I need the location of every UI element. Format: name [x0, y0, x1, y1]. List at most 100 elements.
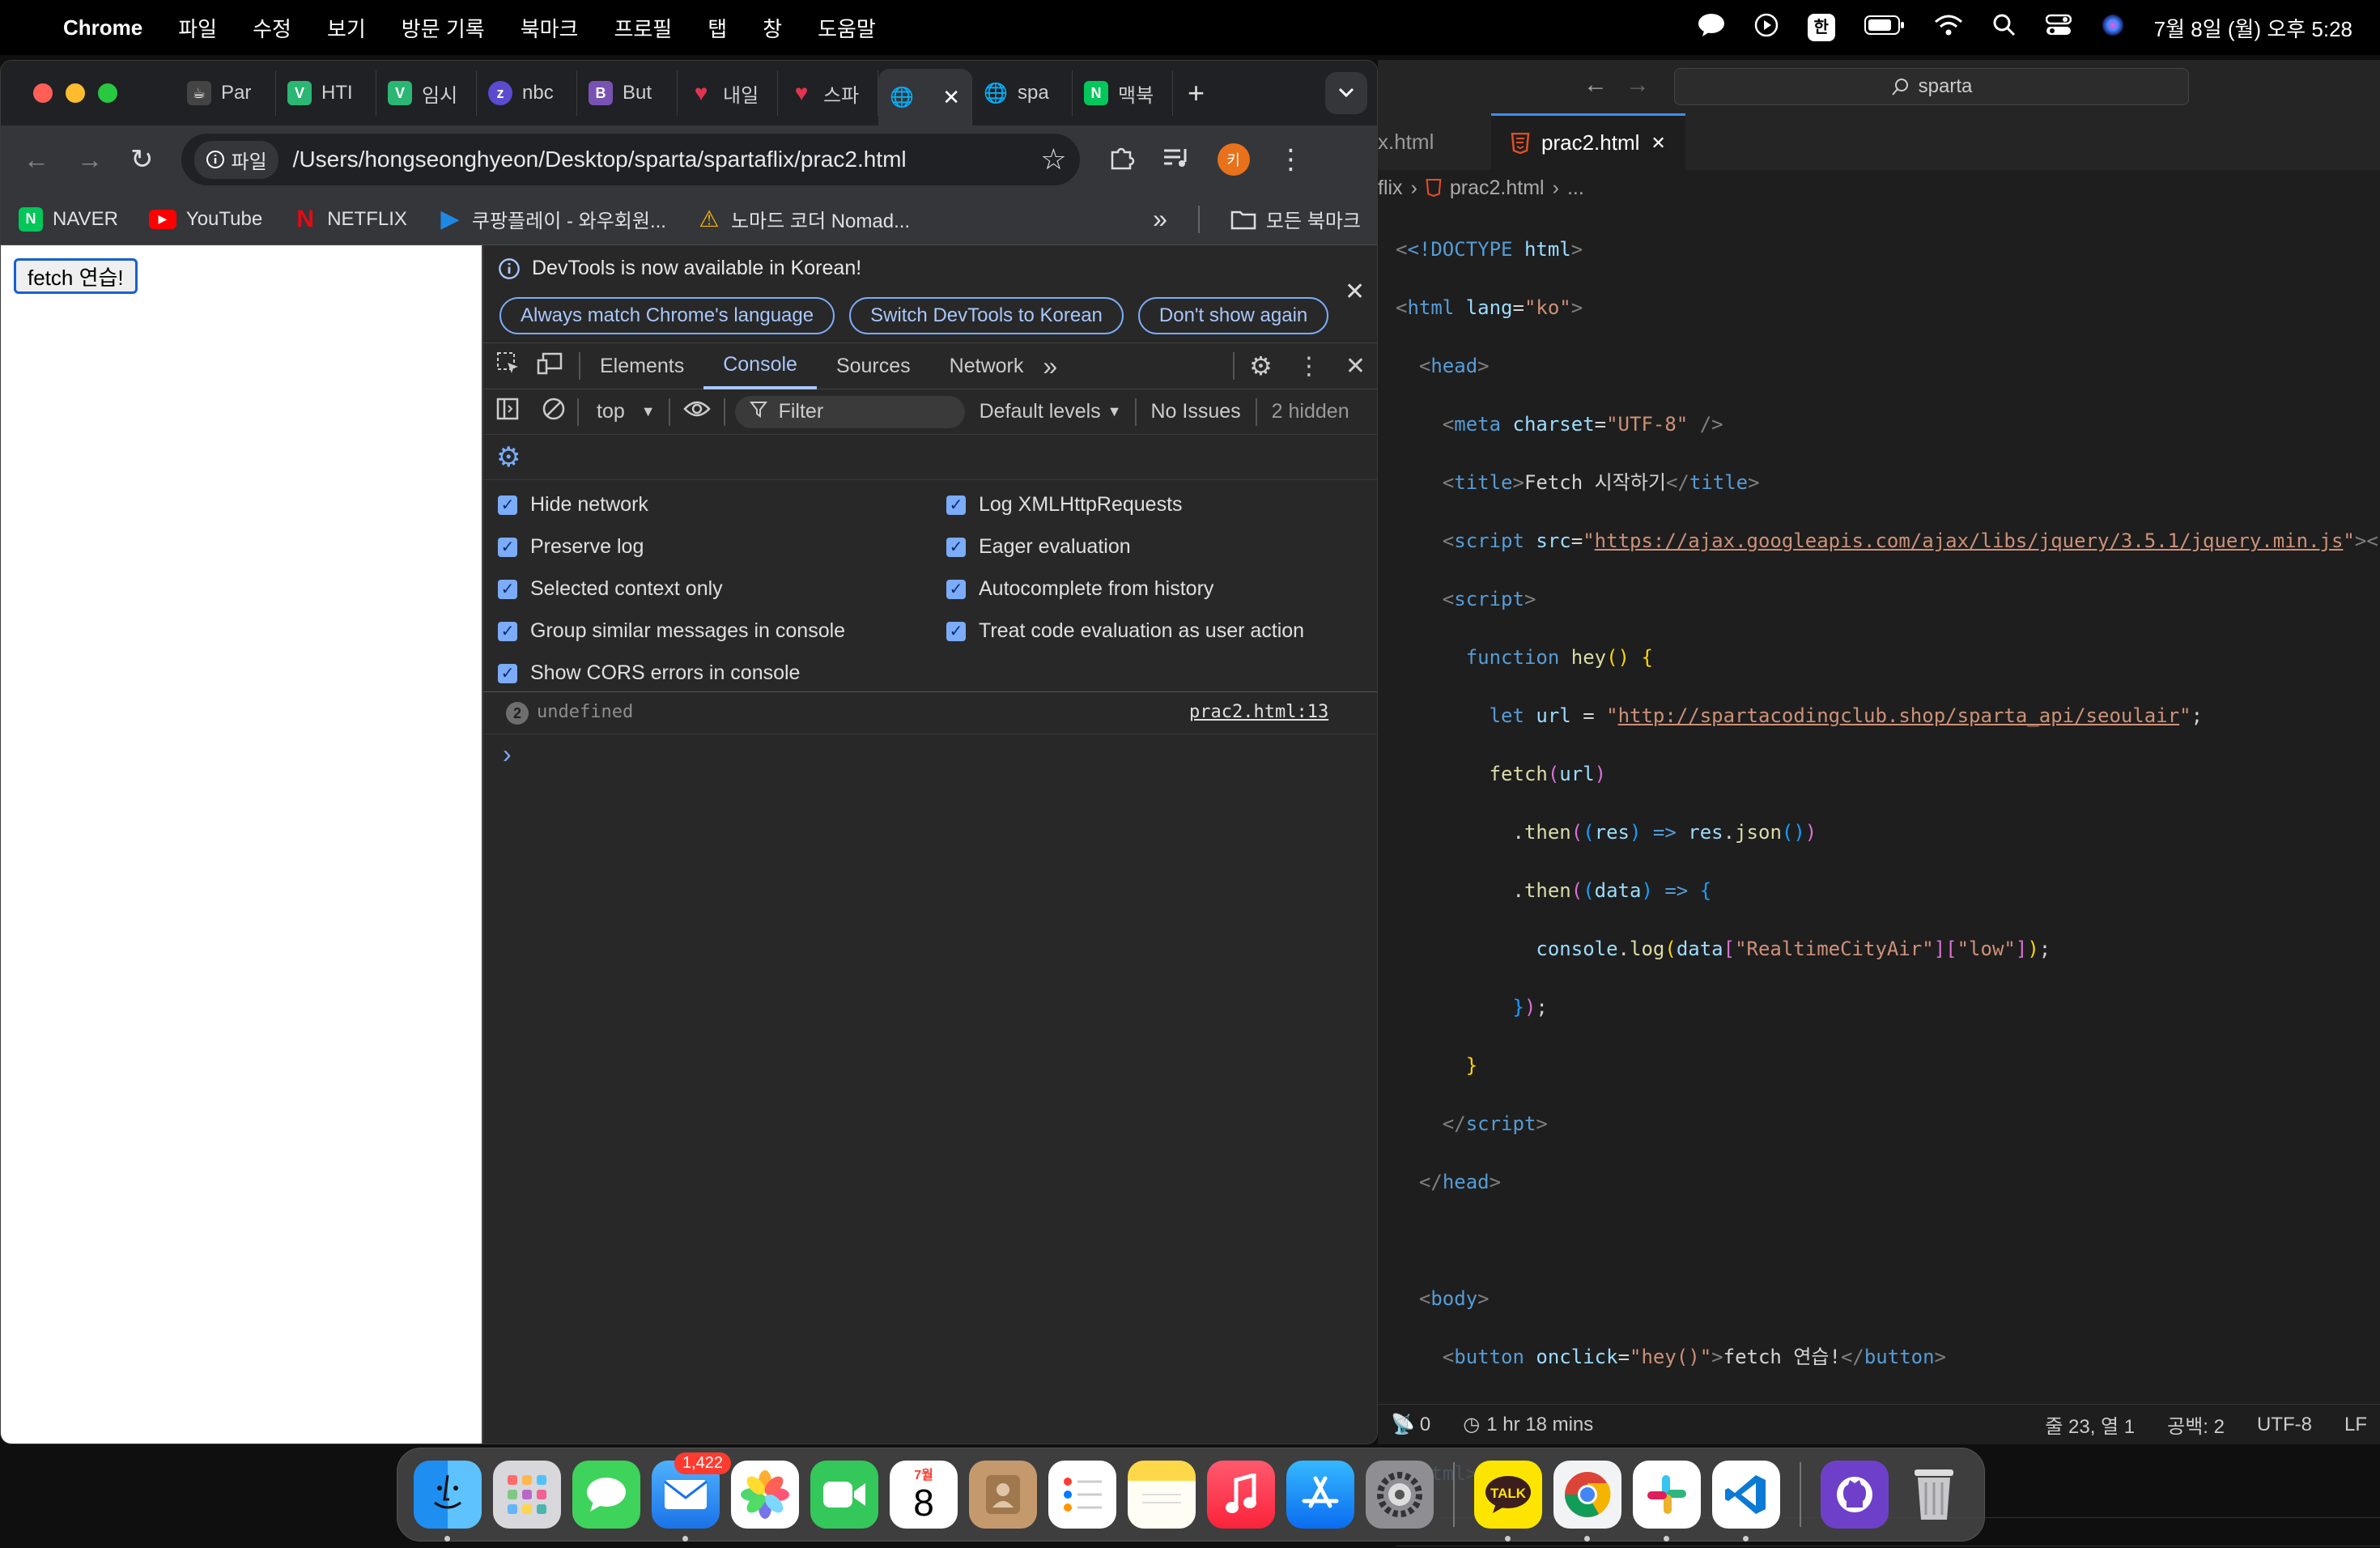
sidebar-toggle-icon[interactable] — [483, 398, 530, 426]
reminders-icon[interactable] — [1048, 1461, 1116, 1529]
all-bookmarks-button[interactable]: 모든 북마크 — [1230, 205, 1361, 233]
checkbox-checked[interactable]: ✓ — [498, 495, 517, 515]
menu-app-name[interactable]: Chrome — [63, 15, 142, 40]
bookmark-netflix[interactable]: N NETFLIX — [293, 206, 407, 232]
menu-view[interactable]: 보기 — [327, 13, 366, 43]
bookmark-nomad-coder[interactable]: ⚠ 노마드 코더 Nomad... — [697, 205, 910, 233]
setting-group-similar[interactable]: ✓ Group similar messages in console — [498, 619, 845, 643]
tab-search-button[interactable] — [1325, 72, 1367, 114]
device-toolbar-icon[interactable] — [530, 352, 579, 381]
minimize-window-button[interactable] — [66, 83, 85, 103]
tab-elements[interactable]: Elements — [580, 342, 703, 389]
slack-icon[interactable] — [1633, 1461, 1701, 1542]
siri-icon[interactable] — [2101, 13, 2125, 43]
photos-icon[interactable] — [731, 1461, 799, 1529]
reload-icon[interactable]: ↻ — [130, 143, 154, 176]
battery-icon[interactable] — [1864, 15, 1905, 41]
status-cursor[interactable]: 줄 23, 열 1 — [2045, 1410, 2135, 1439]
new-tab-button[interactable]: + — [1188, 76, 1205, 110]
browser-tab[interactable]: V HTI — [276, 70, 376, 116]
app-store-icon[interactable] — [1286, 1461, 1354, 1529]
status-indent[interactable]: 공백: 2 — [2167, 1410, 2225, 1439]
checkbox-checked[interactable]: ✓ — [498, 579, 517, 599]
setting-preserve-log[interactable]: ✓ Preserve log — [498, 535, 644, 559]
browser-tab[interactable]: N 맥북 — [1073, 70, 1173, 116]
setting-selected-context[interactable]: ✓ Selected context only — [498, 577, 723, 601]
live-expression-eye-icon[interactable] — [670, 399, 724, 424]
bookmarks-overflow-icon[interactable]: » — [1153, 204, 1167, 234]
dont-show-again-button[interactable]: Don't show again — [1137, 297, 1329, 334]
profile-avatar[interactable]: 키 — [1217, 143, 1250, 176]
address-bar[interactable]: 파일 /Users/hongseonghyeon/Desktop/sparta/… — [181, 134, 1080, 185]
browser-tab[interactable]: V 임시 — [376, 70, 477, 116]
nav-forward-icon[interactable]: → — [1626, 71, 1650, 99]
log-levels-dropdown[interactable]: Default levels ▼ — [980, 400, 1122, 423]
browser-tab[interactable]: 🌐 spa — [972, 70, 1073, 116]
checkbox-checked[interactable]: ✓ — [946, 621, 966, 641]
issues-button[interactable]: No Issues — [1151, 400, 1241, 423]
browser-tab[interactable]: ☕ Par — [176, 70, 276, 116]
setting-hide-network[interactable]: ✓ Hide network — [498, 493, 648, 517]
more-tabs-icon[interactable]: » — [1043, 351, 1057, 381]
menu-help[interactable]: 도움말 — [818, 13, 876, 43]
close-window-button[interactable] — [33, 83, 53, 103]
browser-tab[interactable]: z nbc — [477, 70, 577, 116]
launchpad-icon[interactable] — [493, 1461, 561, 1529]
fetch-practice-button[interactable]: fetch 연습! — [14, 258, 138, 294]
tab-network[interactable]: Network — [930, 342, 1043, 389]
more-menu-icon[interactable]: ⋮ — [1277, 143, 1305, 176]
spotlight-search-icon[interactable] — [1992, 13, 2017, 43]
tab-console[interactable]: Console — [703, 342, 817, 389]
browser-tab-active[interactable]: 🌐 ✕ — [878, 69, 972, 125]
switch-to-korean-button[interactable]: Switch DevTools to Korean — [849, 297, 1124, 334]
system-settings-icon[interactable] — [1366, 1461, 1434, 1529]
status-eol[interactable]: LF — [2344, 1414, 2367, 1436]
clear-console-icon[interactable] — [530, 397, 577, 427]
github-desktop-icon[interactable] — [1821, 1461, 1889, 1529]
editor-command-search[interactable]: sparta — [1674, 68, 2189, 105]
checkbox-checked[interactable]: ✓ — [498, 663, 517, 683]
tab-close-icon[interactable]: ✕ — [942, 85, 960, 110]
notes-icon[interactable] — [1128, 1461, 1196, 1529]
console-settings-gear-icon[interactable]: ⚙ — [496, 441, 521, 474]
music-icon[interactable] — [1207, 1461, 1275, 1529]
setting-eager-evaluation[interactable]: ✓ Eager evaluation — [946, 535, 1131, 559]
checkbox-checked[interactable]: ✓ — [498, 621, 517, 641]
bookmark-coupang-play[interactable]: ▶ 쿠팡플레이 - 와우회원... — [438, 205, 666, 233]
bookmark-youtube[interactable]: ▶ YouTube — [148, 208, 262, 231]
browser-tab[interactable]: ♥ 내일 — [678, 70, 778, 116]
checkbox-checked[interactable]: ✓ — [946, 579, 966, 599]
checkbox-checked[interactable]: ✓ — [946, 495, 966, 515]
kakaotalk-icon[interactable]: TALK — [1474, 1461, 1542, 1542]
browser-tab[interactable]: B But — [577, 70, 678, 116]
status-ports[interactable]: 0 — [1420, 1414, 1430, 1436]
setting-cors-errors[interactable]: ✓ Show CORS errors in console — [498, 661, 800, 685]
url-text[interactable]: /Users/hongseonghyeon/Desktop/sparta/spa… — [293, 147, 907, 172]
menu-edit[interactable]: 수정 — [253, 13, 291, 43]
menubar-clock[interactable]: 7월 8일 (월) 오후 5:28 — [2154, 13, 2352, 43]
menu-history[interactable]: 방문 기록 — [402, 13, 485, 43]
menu-tab[interactable]: 탭 — [708, 13, 727, 43]
menu-profiles[interactable]: 프로필 — [614, 13, 672, 43]
context-selector[interactable]: top ▼ — [579, 400, 669, 423]
chat-status-icon[interactable] — [1698, 13, 1725, 43]
menu-file[interactable]: 파일 — [178, 13, 217, 43]
zoom-window-button[interactable] — [98, 83, 117, 103]
input-source-indicator[interactable]: 한 — [1807, 14, 1835, 41]
breadcrumb-symbol[interactable]: ... — [1567, 176, 1584, 200]
menu-bookmarks[interactable]: 북마크 — [521, 13, 579, 43]
mail-icon[interactable]: 1,422 — [652, 1452, 731, 1542]
wifi-icon[interactable] — [1934, 14, 1963, 42]
back-icon[interactable]: ← — [23, 145, 49, 175]
setting-treat-eval-user-action[interactable]: ✓ Treat code evaluation as user action — [946, 619, 1304, 643]
settings-gear-icon[interactable]: ⚙ — [1235, 351, 1287, 381]
bookmark-star-icon[interactable]: ☆ — [1040, 142, 1066, 176]
trash-icon[interactable] — [1900, 1461, 1968, 1529]
console-prompt[interactable]: › — [503, 739, 512, 769]
play-status-icon[interactable] — [1754, 13, 1779, 43]
extensions-icon[interactable] — [1107, 144, 1135, 176]
editor-tab-prac2[interactable]: prac2.html ✕ — [1491, 113, 1685, 170]
bookmark-naver[interactable]: N NAVER — [19, 206, 118, 232]
inspect-element-icon[interactable] — [483, 351, 530, 381]
close-devtools-icon[interactable]: ✕ — [1331, 352, 1377, 381]
